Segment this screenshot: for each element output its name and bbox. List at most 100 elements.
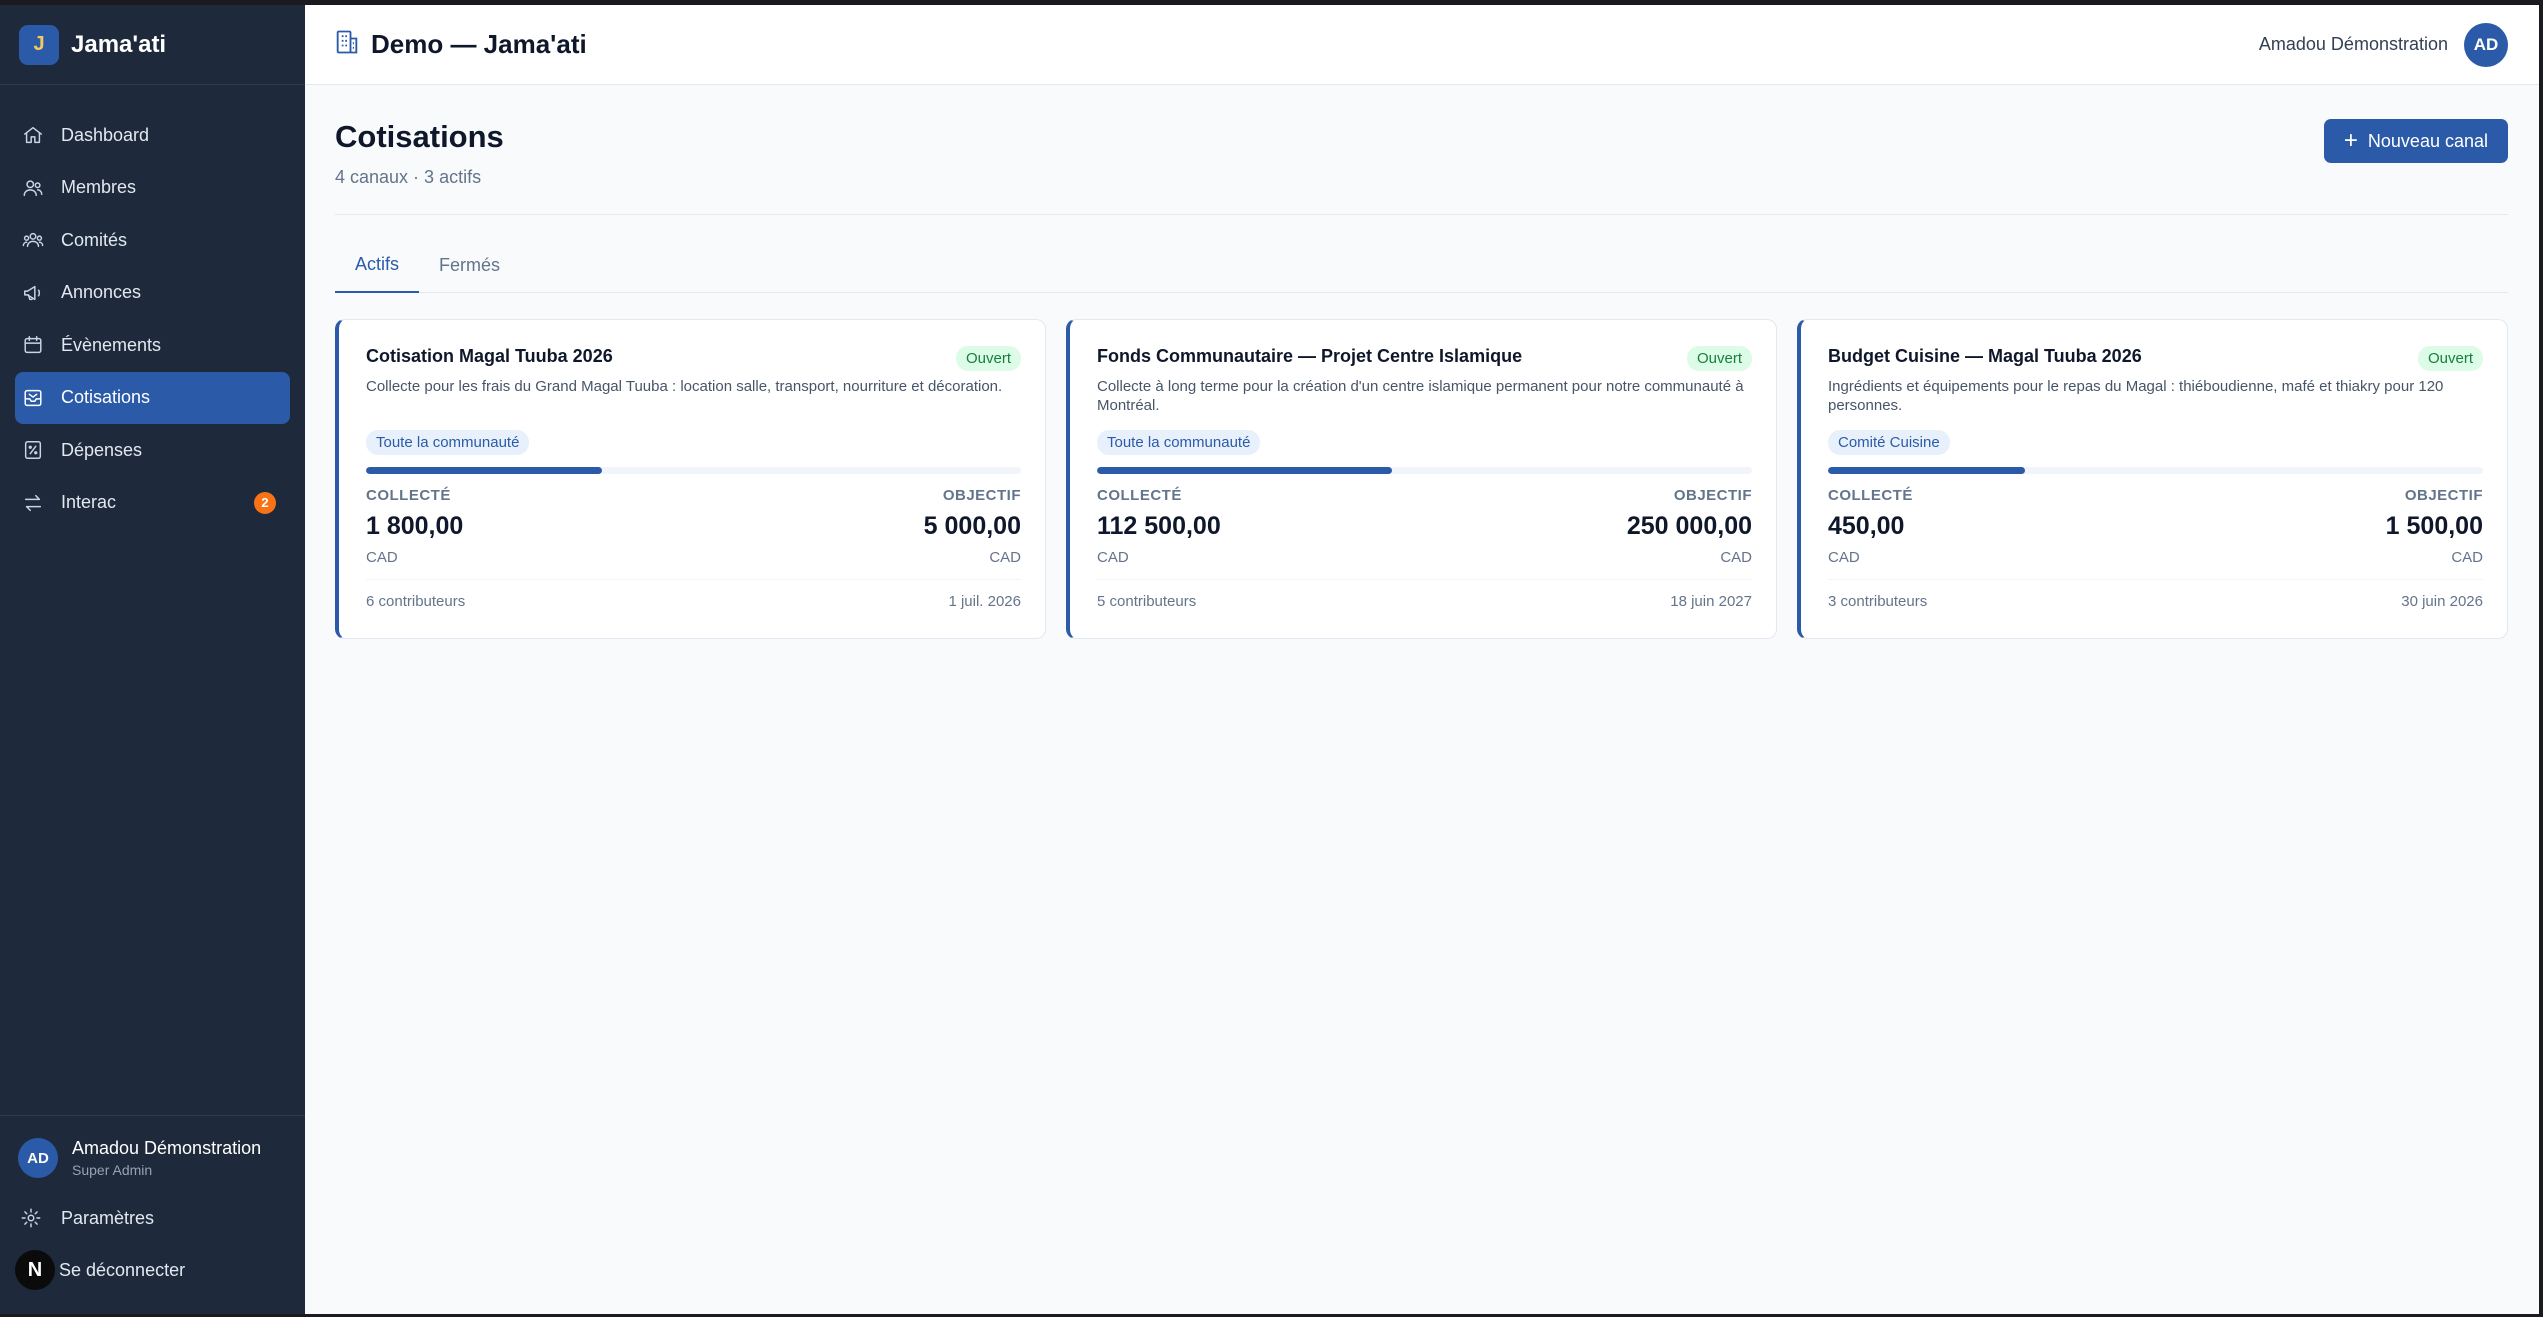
sidebar-nav: Dashboard Membres Comités Annonces Évène… xyxy=(0,85,305,529)
card-description: Collecte à long terme pour la création d… xyxy=(1097,378,1744,414)
goal-currency: CAD xyxy=(2451,549,2483,566)
receipt-icon xyxy=(21,438,45,462)
brand-logo: J xyxy=(19,24,59,65)
progress-bar xyxy=(1828,467,2483,474)
sidebar-item-label: Annonces xyxy=(61,282,142,302)
sidebar-item-label: Cotisations xyxy=(61,387,151,407)
sidebar-item-comites[interactable]: Comités xyxy=(15,214,290,266)
progress-fill xyxy=(1097,467,1392,474)
progress-fill xyxy=(366,467,602,474)
sidebar-item-annonces[interactable]: Annonces xyxy=(15,267,290,319)
goal-amount: 250 000,00 xyxy=(1626,512,1752,540)
sidebar-item-evenements[interactable]: Évènements xyxy=(15,319,290,371)
collected-amount: 450,00 xyxy=(1828,512,1905,540)
user-name: Amadou Démonstration xyxy=(72,1138,262,1158)
goal-amount: 1 500,00 xyxy=(2385,512,2483,540)
sidebar-item-label: Dépenses xyxy=(61,439,143,460)
page-header: Cotisations 4 canaux · 3 actifs + Nouvea… xyxy=(335,117,2508,215)
goal-label: OBJECTIF xyxy=(942,487,1021,504)
collected-label: COLLECTÉ xyxy=(366,487,451,504)
new-channel-label: Nouveau canal xyxy=(2367,130,2488,151)
sidebar-user[interactable]: AD Amadou Démonstration Super Admin xyxy=(15,1138,290,1178)
goal-amount: 5 000,00 xyxy=(923,512,1021,540)
card-title: Cotisation Magal Tuuba 2026 xyxy=(366,346,613,366)
tabs: Actifs Fermés xyxy=(335,237,2508,293)
settings-link[interactable]: Paramètres xyxy=(15,1192,290,1244)
notification-badge: 2 xyxy=(254,491,276,514)
logout-icon: N xyxy=(15,1250,55,1290)
goal-currency: CAD xyxy=(1720,549,1752,566)
collected-label: COLLECTÉ xyxy=(1097,487,1182,504)
building-icon xyxy=(333,28,361,61)
status-badge: Ouvert xyxy=(2417,346,2483,371)
page-content: Cotisations 4 canaux · 3 actifs + Nouvea… xyxy=(305,85,2539,639)
user-role: Super Admin xyxy=(72,1162,153,1178)
channel-card[interactable]: Fonds Communautaire — Projet Centre Isla… xyxy=(1066,319,1777,639)
logout-label: Se déconnecter xyxy=(59,1259,186,1280)
main-area: Demo — Jama'ati Amadou Démonstration AD … xyxy=(305,5,2543,1314)
card-description: Collecte pour les frais du Grand Magal T… xyxy=(366,378,1003,395)
contributors-count: 5 contributeurs xyxy=(1097,593,1197,610)
channel-card[interactable]: Budget Cuisine — Magal Tuuba 2026 Ouvert… xyxy=(1797,319,2508,639)
plus-icon: + xyxy=(2343,127,2358,154)
logout-link[interactable]: N Se déconnecter xyxy=(15,1244,290,1296)
deadline-date: 1 juil. 2026 xyxy=(948,593,1021,610)
deadline-date: 30 juin 2026 xyxy=(2401,593,2483,610)
page-title: Cotisations xyxy=(335,119,504,154)
sidebar-item-depenses[interactable]: Dépenses xyxy=(15,424,290,476)
sidebar-item-dashboard[interactable]: Dashboard xyxy=(15,109,290,161)
channel-card[interactable]: Cotisation Magal Tuuba 2026 Ouvert Colle… xyxy=(335,319,1046,639)
topbar-user-name[interactable]: Amadou Démonstration xyxy=(2259,34,2448,55)
tab-fermes[interactable]: Fermés xyxy=(419,237,520,293)
collected-amount: 1 800,00 xyxy=(366,512,464,540)
calendar-icon xyxy=(21,333,45,357)
inbox-icon xyxy=(21,386,45,410)
sidebar-item-membres[interactable]: Membres xyxy=(15,162,290,214)
goal-currency: CAD xyxy=(989,549,1021,566)
collected-currency: CAD xyxy=(1097,549,1129,566)
topbar: Demo — Jama'ati Amadou Démonstration AD xyxy=(305,5,2539,85)
users-icon xyxy=(21,176,45,200)
progress-bar xyxy=(366,467,1021,474)
committee-icon xyxy=(21,228,45,252)
card-description: Ingrédients et équipements pour le repas… xyxy=(1828,378,2444,414)
collected-currency: CAD xyxy=(1828,549,1860,566)
channel-cards: Cotisation Magal Tuuba 2026 Ouvert Colle… xyxy=(335,319,2508,639)
progress-fill xyxy=(1828,467,2025,474)
user-avatar[interactable]: AD xyxy=(2464,22,2508,67)
collected-label: COLLECTÉ xyxy=(1828,487,1913,504)
home-icon xyxy=(21,123,45,147)
brand[interactable]: J Jama'ati xyxy=(0,5,305,85)
collected-currency: CAD xyxy=(366,549,398,566)
sidebar-item-label: Comités xyxy=(61,229,128,250)
audience-tag: Comité Cuisine xyxy=(1828,430,1950,455)
gear-icon xyxy=(19,1206,43,1230)
collected-amount: 112 500,00 xyxy=(1097,512,1221,540)
avatar: AD xyxy=(18,1138,58,1178)
status-badge: Ouvert xyxy=(1686,346,1752,371)
sidebar-footer: AD Amadou Démonstration Super Admin Para… xyxy=(0,1115,305,1314)
sidebar-item-interac[interactable]: Interac 2 xyxy=(15,477,290,529)
goal-label: OBJECTIF xyxy=(1673,487,1752,504)
sidebar-item-label: Dashboard xyxy=(61,124,150,145)
page-subtitle: 4 canaux · 3 actifs xyxy=(335,167,482,187)
contributors-count: 3 contributeurs xyxy=(1828,593,1928,610)
status-badge: Ouvert xyxy=(955,346,1021,371)
org-title: Demo — Jama'ati xyxy=(371,29,587,59)
card-title: Budget Cuisine — Magal Tuuba 2026 xyxy=(1828,346,2142,366)
sidebar-item-label: Évènements xyxy=(61,334,162,355)
megaphone-icon xyxy=(21,281,45,305)
deadline-date: 18 juin 2027 xyxy=(1670,593,1752,610)
card-title: Fonds Communautaire — Projet Centre Isla… xyxy=(1097,346,1523,366)
tab-actifs[interactable]: Actifs xyxy=(335,237,420,293)
goal-label: OBJECTIF xyxy=(2404,487,2483,504)
brand-name: Jama'ati xyxy=(71,30,167,58)
sidebar-item-label: Interac xyxy=(61,492,117,512)
audience-tag: Toute la communauté xyxy=(366,430,530,455)
new-channel-button[interactable]: + Nouveau canal xyxy=(2323,119,2508,163)
audience-tag: Toute la communauté xyxy=(1097,430,1261,455)
contributors-count: 6 contributeurs xyxy=(366,593,466,610)
progress-bar xyxy=(1097,467,1752,474)
sidebar-item-cotisations[interactable]: Cotisations xyxy=(15,371,290,424)
sidebar: J Jama'ati Dashboard Membres Comités Ann… xyxy=(0,5,305,1314)
